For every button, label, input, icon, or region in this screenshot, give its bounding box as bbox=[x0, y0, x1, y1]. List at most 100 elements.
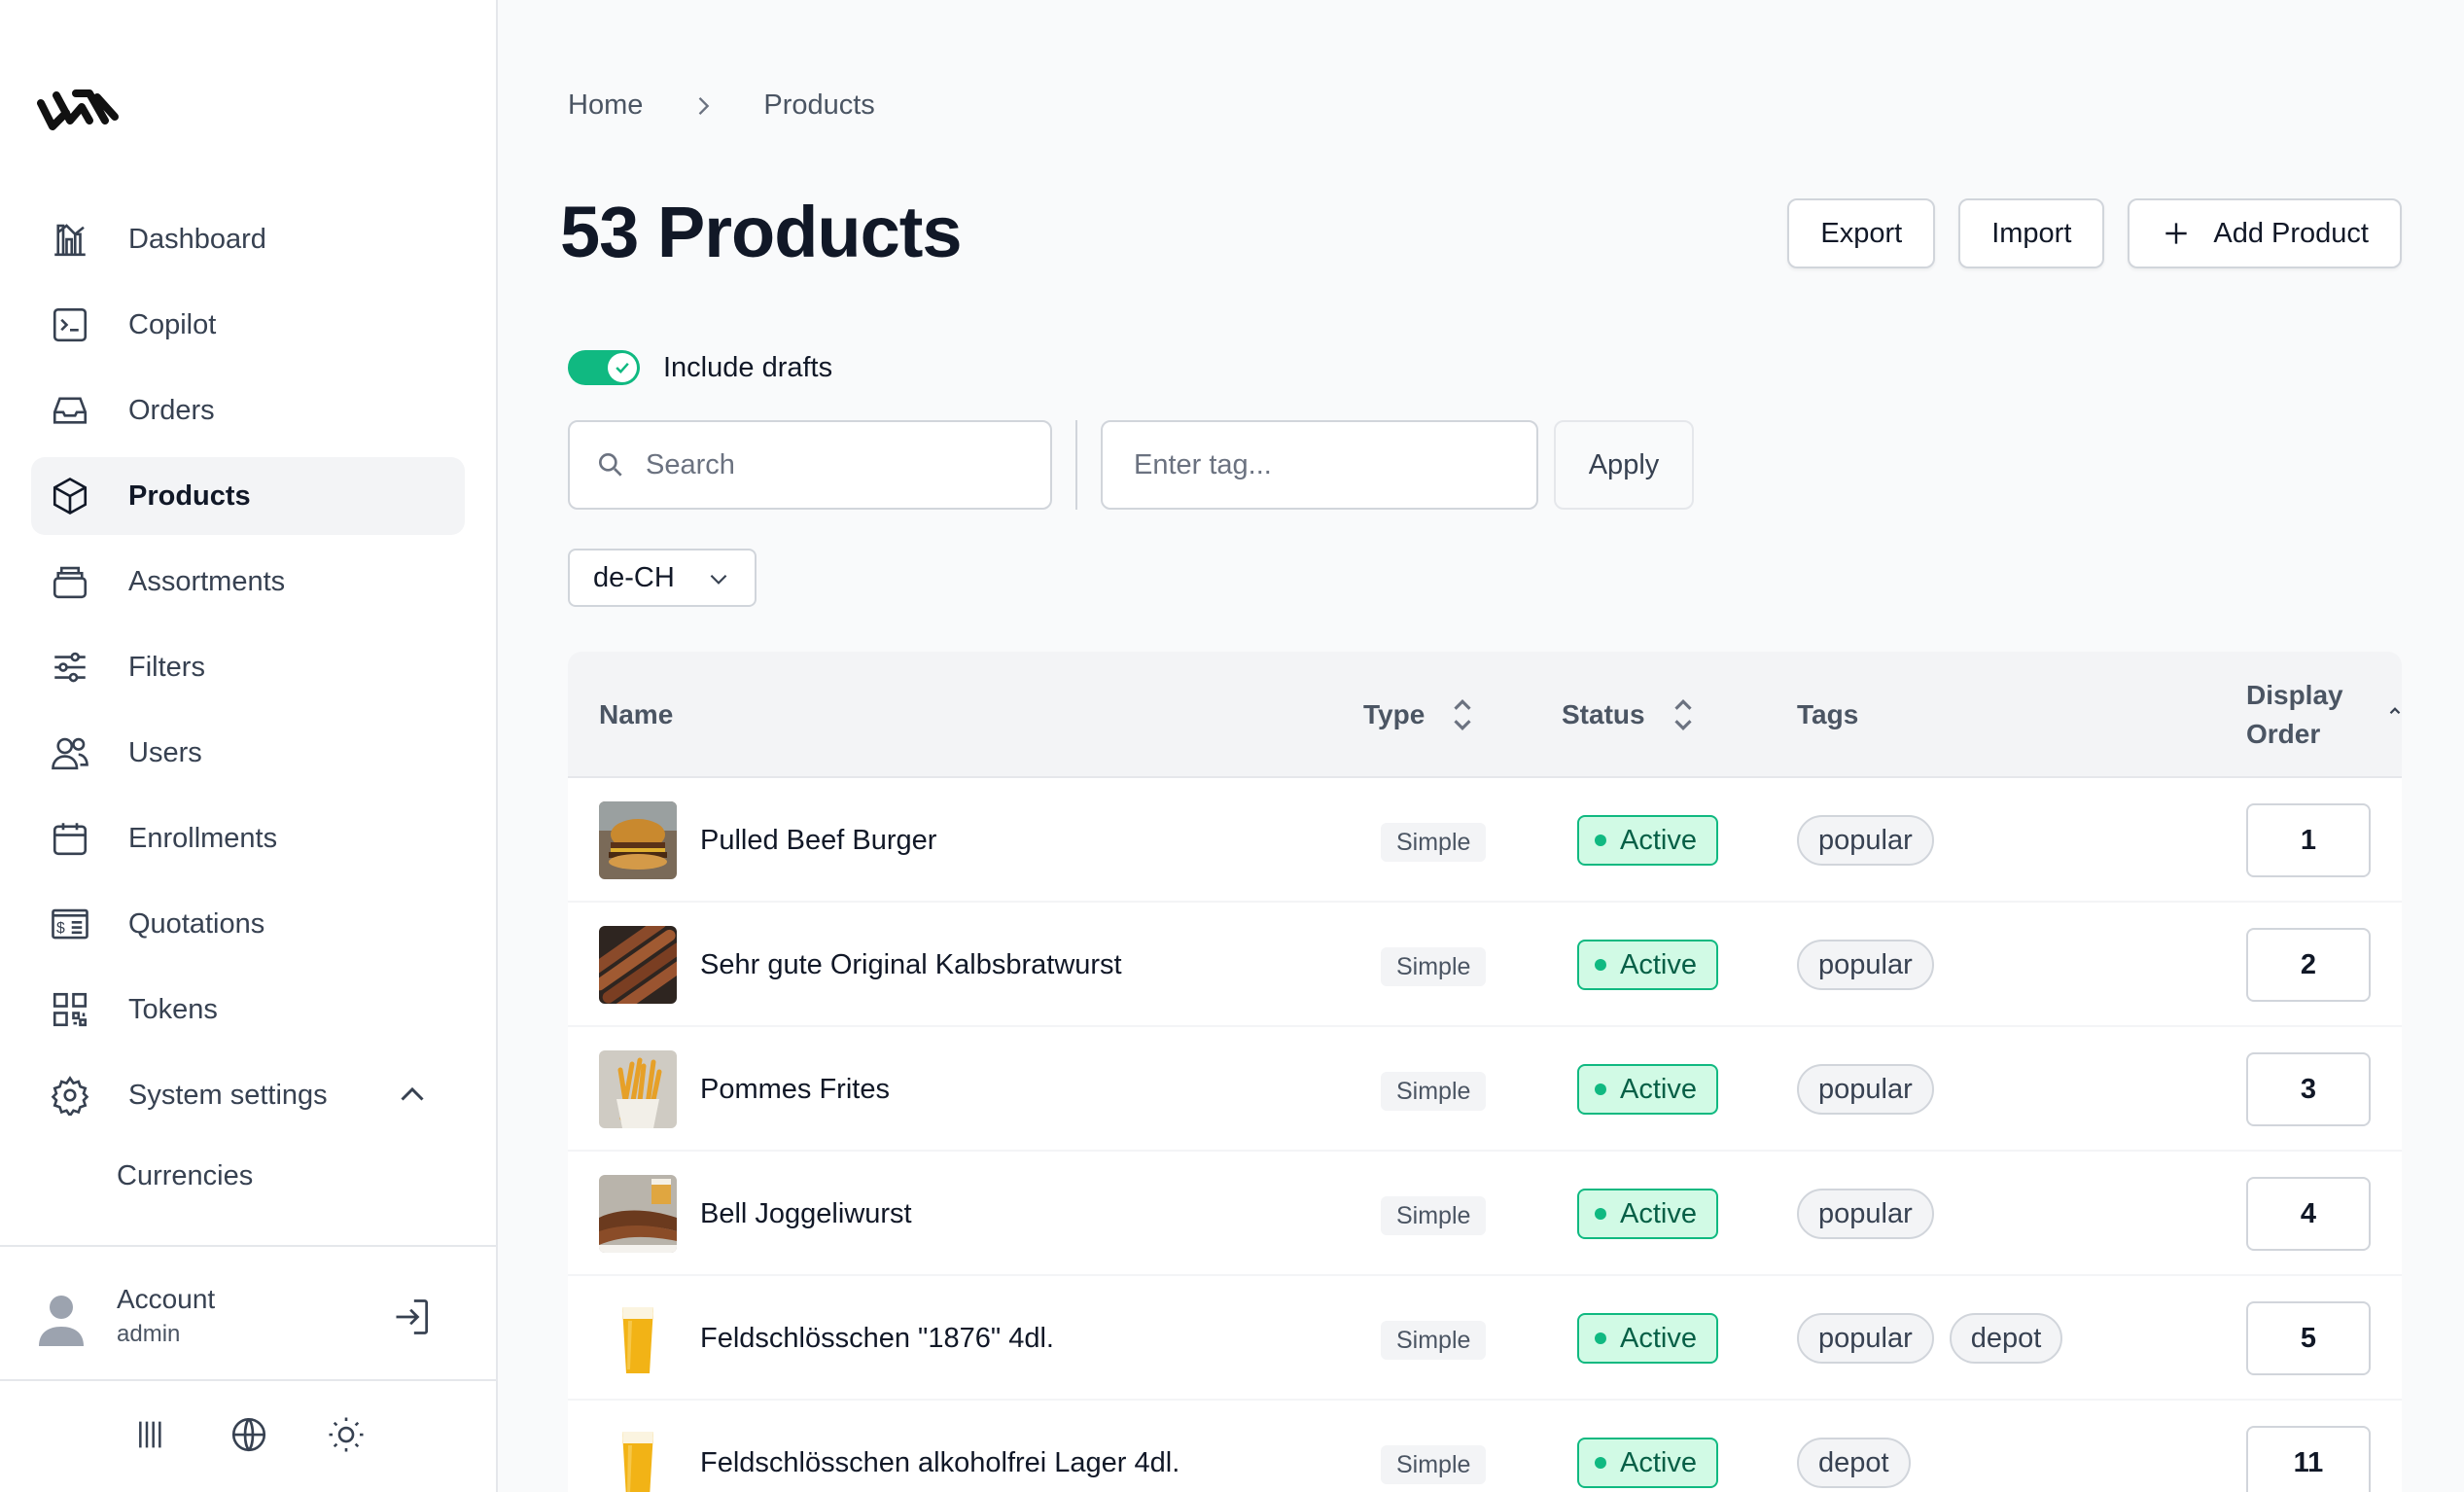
sort-icon bbox=[1454, 699, 1471, 730]
tag-list: popular bbox=[1797, 1064, 1934, 1115]
display-order-input[interactable]: 1 bbox=[2246, 803, 2371, 877]
inbox-icon bbox=[49, 389, 91, 432]
table-header: Name Type Status Tags Display Order bbox=[568, 652, 2402, 778]
tag-list: popular bbox=[1797, 940, 1934, 990]
table-row[interactable]: Feldschlösschen alkoholfrei Lager 4dl. S… bbox=[568, 1401, 2402, 1492]
table-row[interactable]: Feldschlösschen "1876" 4dl. Simple Activ… bbox=[568, 1276, 2402, 1401]
product-name[interactable]: Sehr gute Original Kalbsbratwurst bbox=[700, 903, 1122, 1027]
display-order-input[interactable]: 11 bbox=[2246, 1426, 2371, 1492]
breadcrumb-current[interactable]: Products bbox=[763, 89, 874, 122]
status-label: Active bbox=[1620, 1446, 1697, 1478]
product-name[interactable]: Pulled Beef Burger bbox=[700, 778, 936, 903]
calendar-icon bbox=[49, 817, 91, 860]
breadcrumb-home[interactable]: Home bbox=[568, 89, 643, 122]
page-actions: Export Import Add Product bbox=[1787, 198, 2402, 268]
sidebar-item-enrollments[interactable]: Enrollments bbox=[31, 799, 465, 877]
sidebar-item-users[interactable]: Users bbox=[31, 714, 465, 792]
globe-icon[interactable] bbox=[228, 1413, 270, 1456]
export-button[interactable]: Export bbox=[1787, 198, 1936, 268]
sidebar-item-orders[interactable]: Orders bbox=[31, 372, 465, 449]
status-label: Active bbox=[1620, 948, 1697, 980]
locale-select[interactable]: de-CH bbox=[568, 549, 757, 607]
tag-box bbox=[1101, 420, 1538, 510]
search-box bbox=[568, 420, 1052, 510]
sidebar-item-filters[interactable]: Filters bbox=[31, 628, 465, 706]
add-product-label: Add Product bbox=[2213, 217, 2369, 249]
logout-icon[interactable] bbox=[391, 1296, 434, 1338]
products-table: Name Type Status Tags Display Order Pull… bbox=[568, 652, 2402, 1492]
sidebar-item-label: Filters bbox=[128, 651, 205, 683]
filter-divider bbox=[1075, 420, 1077, 510]
sidebar-subitem-label: Currencies bbox=[117, 1159, 254, 1191]
table-row[interactable]: Bell Joggeliwurst Simple Active popular … bbox=[568, 1152, 2402, 1276]
tag-chip: popular bbox=[1797, 815, 1934, 866]
product-name[interactable]: Pommes Frites bbox=[700, 1027, 890, 1152]
column-header-display-order[interactable]: Display Order bbox=[2246, 652, 2401, 778]
display-order-input[interactable]: 3 bbox=[2246, 1052, 2371, 1126]
sidebar-item-copilot[interactable]: Copilot bbox=[31, 286, 465, 364]
product-name[interactable]: Feldschlösschen "1876" 4dl. bbox=[700, 1276, 1054, 1401]
sidebar-item-label: Products bbox=[128, 480, 251, 512]
tag-chip: popular bbox=[1797, 940, 1934, 990]
svg-text:$: $ bbox=[56, 920, 65, 937]
sidebar-item-label: Enrollments bbox=[128, 822, 278, 854]
type-badge: Simple bbox=[1381, 1445, 1487, 1484]
import-button[interactable]: Import bbox=[1958, 198, 2105, 268]
sidebar-item-assortments[interactable]: Assortments bbox=[31, 543, 465, 621]
dashboard-icon bbox=[49, 218, 91, 261]
status-dot bbox=[1595, 1457, 1606, 1469]
status-dot bbox=[1595, 1332, 1606, 1344]
sidebar-item-tokens[interactable]: Tokens bbox=[31, 971, 465, 1048]
status-badge: Active bbox=[1577, 1064, 1718, 1115]
quotation-icon: $ bbox=[49, 903, 91, 945]
sidebar-item-quotations[interactable]: $ Quotations bbox=[31, 885, 465, 963]
column-header-label: Status bbox=[1562, 699, 1645, 729]
display-order-input[interactable]: 4 bbox=[2246, 1177, 2371, 1251]
search-input[interactable] bbox=[646, 448, 1050, 481]
add-product-button[interactable]: Add Product bbox=[2128, 198, 2402, 268]
status-badge: Active bbox=[1577, 940, 1718, 990]
sidebar-item-label: System settings bbox=[128, 1079, 328, 1111]
search-icon bbox=[599, 453, 622, 477]
tag-input[interactable] bbox=[1134, 448, 1536, 481]
column-header-type[interactable]: Type bbox=[1363, 652, 1477, 778]
sun-icon[interactable] bbox=[325, 1413, 368, 1456]
chevron-right-icon bbox=[699, 96, 710, 115]
tag-chip: depot bbox=[1797, 1438, 1911, 1488]
table-row[interactable]: Pulled Beef Burger Simple Active popular… bbox=[568, 778, 2402, 903]
logo-icon[interactable] bbox=[37, 78, 121, 140]
column-header-name[interactable]: Name bbox=[599, 652, 673, 778]
display-order-input[interactable]: 2 bbox=[2246, 928, 2371, 1002]
include-drafts-row: Include drafts bbox=[568, 350, 832, 385]
product-thumbnail bbox=[599, 801, 677, 879]
type-badge: Simple bbox=[1381, 1321, 1487, 1360]
account-panel[interactable]: Account admin bbox=[0, 1245, 498, 1381]
table-row[interactable]: Pommes Frites Simple Active popular 3 bbox=[568, 1027, 2402, 1152]
include-drafts-toggle[interactable] bbox=[568, 350, 640, 385]
table-row[interactable]: Sehr gute Original Kalbsbratwurst Simple… bbox=[568, 903, 2402, 1027]
gear-icon bbox=[49, 1074, 91, 1117]
type-badge: Simple bbox=[1381, 1196, 1487, 1235]
chevron-up-icon[interactable] bbox=[395, 1078, 430, 1113]
product-thumbnail bbox=[599, 926, 677, 1004]
account-name: Account bbox=[117, 1284, 216, 1314]
sidebar-item-products[interactable]: Products bbox=[31, 457, 465, 535]
status-label: Active bbox=[1620, 824, 1697, 856]
breadcrumb: Home Products bbox=[568, 89, 875, 122]
barcode-icon[interactable] bbox=[130, 1413, 173, 1456]
column-header-tags: Tags bbox=[1797, 699, 1859, 729]
locale-value: de-CH bbox=[593, 561, 675, 593]
sidebar-subitem-currencies[interactable]: Currencies bbox=[31, 1142, 465, 1210]
display-order-input[interactable]: 5 bbox=[2246, 1301, 2371, 1375]
product-name[interactable]: Feldschlösschen alkoholfrei Lager 4dl. bbox=[700, 1401, 1179, 1492]
sliders-icon bbox=[49, 646, 91, 689]
check-icon bbox=[616, 362, 629, 373]
sidebar-item-dashboard[interactable]: Dashboard bbox=[31, 200, 465, 278]
product-thumbnail bbox=[599, 1050, 677, 1128]
type-badge: Simple bbox=[1381, 1072, 1487, 1111]
sidebar-item-system-settings[interactable]: System settings bbox=[31, 1056, 465, 1134]
column-header-status[interactable]: Status bbox=[1562, 652, 1698, 778]
product-thumbnail bbox=[599, 1299, 677, 1377]
product-name[interactable]: Bell Joggeliwurst bbox=[700, 1152, 912, 1276]
apply-button[interactable]: Apply bbox=[1554, 420, 1694, 510]
